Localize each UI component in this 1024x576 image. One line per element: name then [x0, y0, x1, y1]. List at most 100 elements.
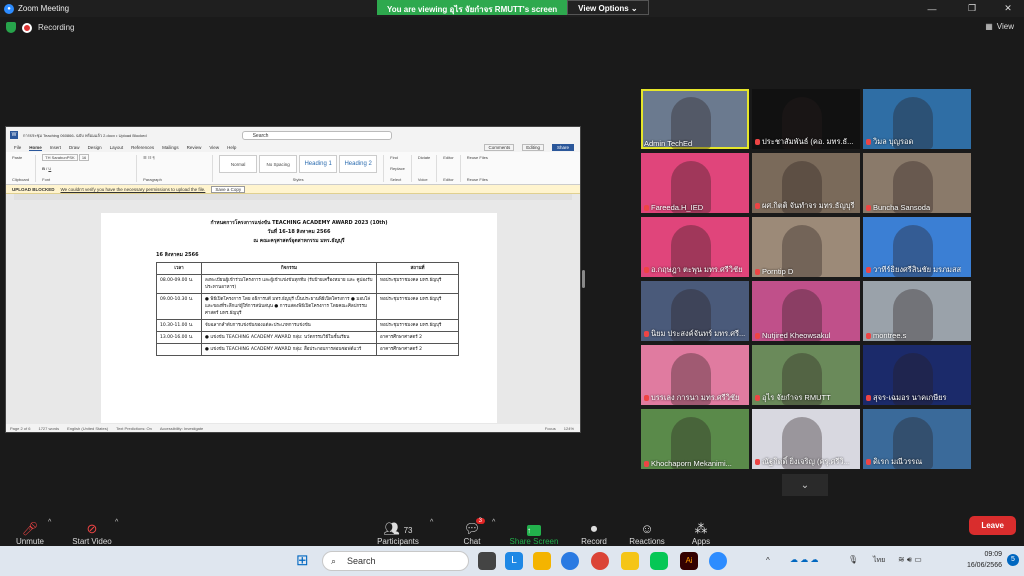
replace-button[interactable]: Replace [390, 166, 405, 171]
record-button[interactable]: ⏺︎ Record [564, 521, 624, 546]
comments-button[interactable]: Comments [484, 144, 515, 151]
menu-references[interactable]: References [131, 145, 154, 150]
record-label: Record [581, 537, 607, 546]
participant-tile[interactable]: บรรเลง การนา มทร.ศรีวิชัย [641, 345, 749, 405]
participant-tile[interactable]: ณัฐกิตติ์ ยิ่งเจริญ (ครุ.ศรีวิ... [752, 409, 860, 469]
participant-tile[interactable]: montree.s [863, 281, 971, 341]
participants-button[interactable]: 👥︎ 73 Participants [368, 521, 428, 546]
menu-design[interactable]: Design [88, 145, 102, 150]
chrome-icon[interactable] [591, 552, 609, 570]
edge-icon[interactable] [561, 552, 579, 570]
status-words: 1727 words [38, 425, 60, 431]
menu-help[interactable]: Help [227, 145, 236, 150]
participant-tile[interactable]: ดิเรก มณีวรรณ [863, 409, 971, 469]
status-zoom[interactable]: 124% [564, 426, 574, 431]
participant-tile[interactable]: วาทีร์ธิยงศรีสินชัย มรภมสส [863, 217, 971, 277]
editing-button[interactable]: Editing [522, 144, 544, 151]
bold-icon[interactable]: B I U [42, 166, 130, 171]
tray-mic-icon[interactable]: 🎙︎ [848, 555, 858, 564]
menu-layout[interactable]: Layout [110, 145, 124, 150]
share-screen-label: Share Screen [509, 537, 559, 546]
view-options-button[interactable]: View Options ⌄ [567, 0, 649, 15]
reuse-files-button[interactable]: Reuse Files [467, 155, 488, 160]
share-screen-button[interactable]: ↑ Share Screen [504, 521, 564, 546]
gallery-scroll-down-icon[interactable]: ⌄ [782, 474, 828, 496]
language-indicator[interactable]: ไทย [873, 555, 885, 566]
word-search-input[interactable]: Search [241, 130, 392, 140]
find-button[interactable]: Find [390, 155, 405, 160]
participant-tile[interactable]: Khochaporn Mekanimi... [641, 409, 749, 469]
participant-tile[interactable]: อ.กฤษฎา ตะพุน มทร.ศรีวิชัย [641, 217, 749, 277]
split-handle[interactable] [582, 270, 585, 288]
participant-tile[interactable]: ประชาสัมพันธ์ (คอ. มทร.ธั... [752, 89, 860, 149]
participant-tile[interactable]: Fareeda.H_IED [641, 153, 749, 213]
style-no-spacing[interactable]: No Spacing [259, 155, 298, 173]
illustrator-icon[interactable]: Ai [680, 552, 698, 570]
app-l-icon[interactable]: L [505, 552, 523, 570]
audio-options-chevron-icon[interactable]: ^ [48, 519, 51, 526]
participant-tile[interactable]: Nutjired Kheowsakul [752, 281, 860, 341]
zoom-taskbar-icon[interactable] [709, 552, 727, 570]
style-heading-2[interactable]: Heading 2 [339, 155, 378, 173]
participant-tile[interactable]: Admin TechEd [641, 89, 749, 149]
chat-chevron-icon[interactable]: ^ [492, 519, 495, 526]
notification-badge-icon[interactable]: 5 [1007, 554, 1019, 566]
editor-button[interactable]: Editor [443, 155, 453, 160]
participants-chevron-icon[interactable]: ^ [430, 519, 433, 526]
participant-name-text: Porntip D [762, 267, 794, 276]
paste-button[interactable]: Paste [12, 155, 29, 160]
list-icon[interactable]: ☰ ☷ ¶ [143, 155, 206, 160]
menu-draw[interactable]: Draw [69, 145, 80, 150]
apps-button[interactable]: ⁂ Apps [671, 521, 731, 546]
security-shield-icon[interactable] [6, 22, 16, 33]
participant-tile[interactable]: ผศ.กิตติ จันทำจร มทร.ธัญบุรี [752, 153, 860, 213]
style-normal[interactable]: Normal [219, 155, 258, 173]
menu-insert[interactable]: Insert [50, 145, 61, 150]
start-video-button[interactable]: ⊘ Start Video [62, 521, 122, 546]
font-name-select[interactable]: TH SarabunPSK [42, 154, 78, 161]
status-focus[interactable]: Focus [545, 426, 556, 431]
taskbar-search[interactable]: ⌕ Search [322, 551, 469, 571]
participant-tile[interactable]: นิยม ประสงค์จันทร์ มทร.ศรี... [641, 281, 749, 341]
select-button[interactable]: Select [390, 177, 405, 182]
participant-tile[interactable]: วิมล บุญรอด [863, 89, 971, 149]
shared-screen[interactable]: W การประชุม Teaching 060866- ฉบับ พร้อมแ… [5, 126, 581, 433]
minimize-icon[interactable]: — [918, 0, 946, 17]
file-explorer-icon[interactable] [533, 552, 551, 570]
clock[interactable]: 09:09 16/06/2566 [967, 549, 1002, 571]
view-button[interactable]: ▦ View [985, 22, 1014, 31]
menu-home[interactable]: Home [29, 145, 42, 151]
menu-view[interactable]: View [209, 145, 219, 150]
reuse-files-label: Reuse Files [466, 177, 488, 182]
participants-count: 73 [403, 526, 413, 535]
word-share-button[interactable]: Share [551, 144, 574, 151]
video-options-chevron-icon[interactable]: ^ [115, 519, 118, 526]
windows-start-icon[interactable]: ⊞ [296, 552, 314, 570]
participant-tile[interactable]: สุจร-เฉมอร นาคเกษียร [863, 345, 971, 405]
banner-message[interactable]: We couldn't verify you have the necessar… [61, 187, 206, 192]
chat-badge: 3 [475, 518, 485, 524]
maximize-icon[interactable]: ❐ [958, 0, 986, 17]
dictate-button[interactable]: Dictate [418, 155, 430, 160]
muted-mic-icon [755, 459, 760, 465]
participant-tile[interactable]: Porntip D [752, 217, 860, 277]
style-heading-1[interactable]: Heading 1 [299, 155, 338, 173]
participant-tile[interactable]: Buncha Sansoda [863, 153, 971, 213]
tray-chevron-icon[interactable]: ^ [766, 556, 770, 565]
participant-name: Nutjired Kheowsakul [755, 331, 830, 340]
task-view-icon[interactable] [478, 552, 496, 570]
document-page[interactable]: กำหนดการโครงการแข่งขัน TEACHING ACADEMY … [101, 213, 497, 423]
font-size-select[interactable]: 16 [78, 154, 90, 161]
line-app-icon[interactable] [650, 552, 668, 570]
leave-button[interactable]: Leave [969, 516, 1016, 535]
menu-mailings[interactable]: Mailings [162, 145, 179, 150]
menu-review[interactable]: Review [187, 145, 202, 150]
onedrive-icon[interactable]: ☁ ☁ ☁ [790, 555, 818, 564]
participant-tile[interactable]: อุไร จัยกำจร RMUTT [752, 345, 860, 405]
save-copy-button[interactable]: Save a Copy [211, 185, 246, 193]
sticky-notes-icon[interactable] [621, 552, 639, 570]
reactions-button[interactable]: ☺︎ Reactions [617, 521, 677, 546]
close-icon[interactable]: ✕ [994, 0, 1022, 17]
network-icon[interactable]: ≋ 🔊︎ ▭ [898, 555, 922, 565]
menu-file[interactable]: File [14, 145, 21, 150]
